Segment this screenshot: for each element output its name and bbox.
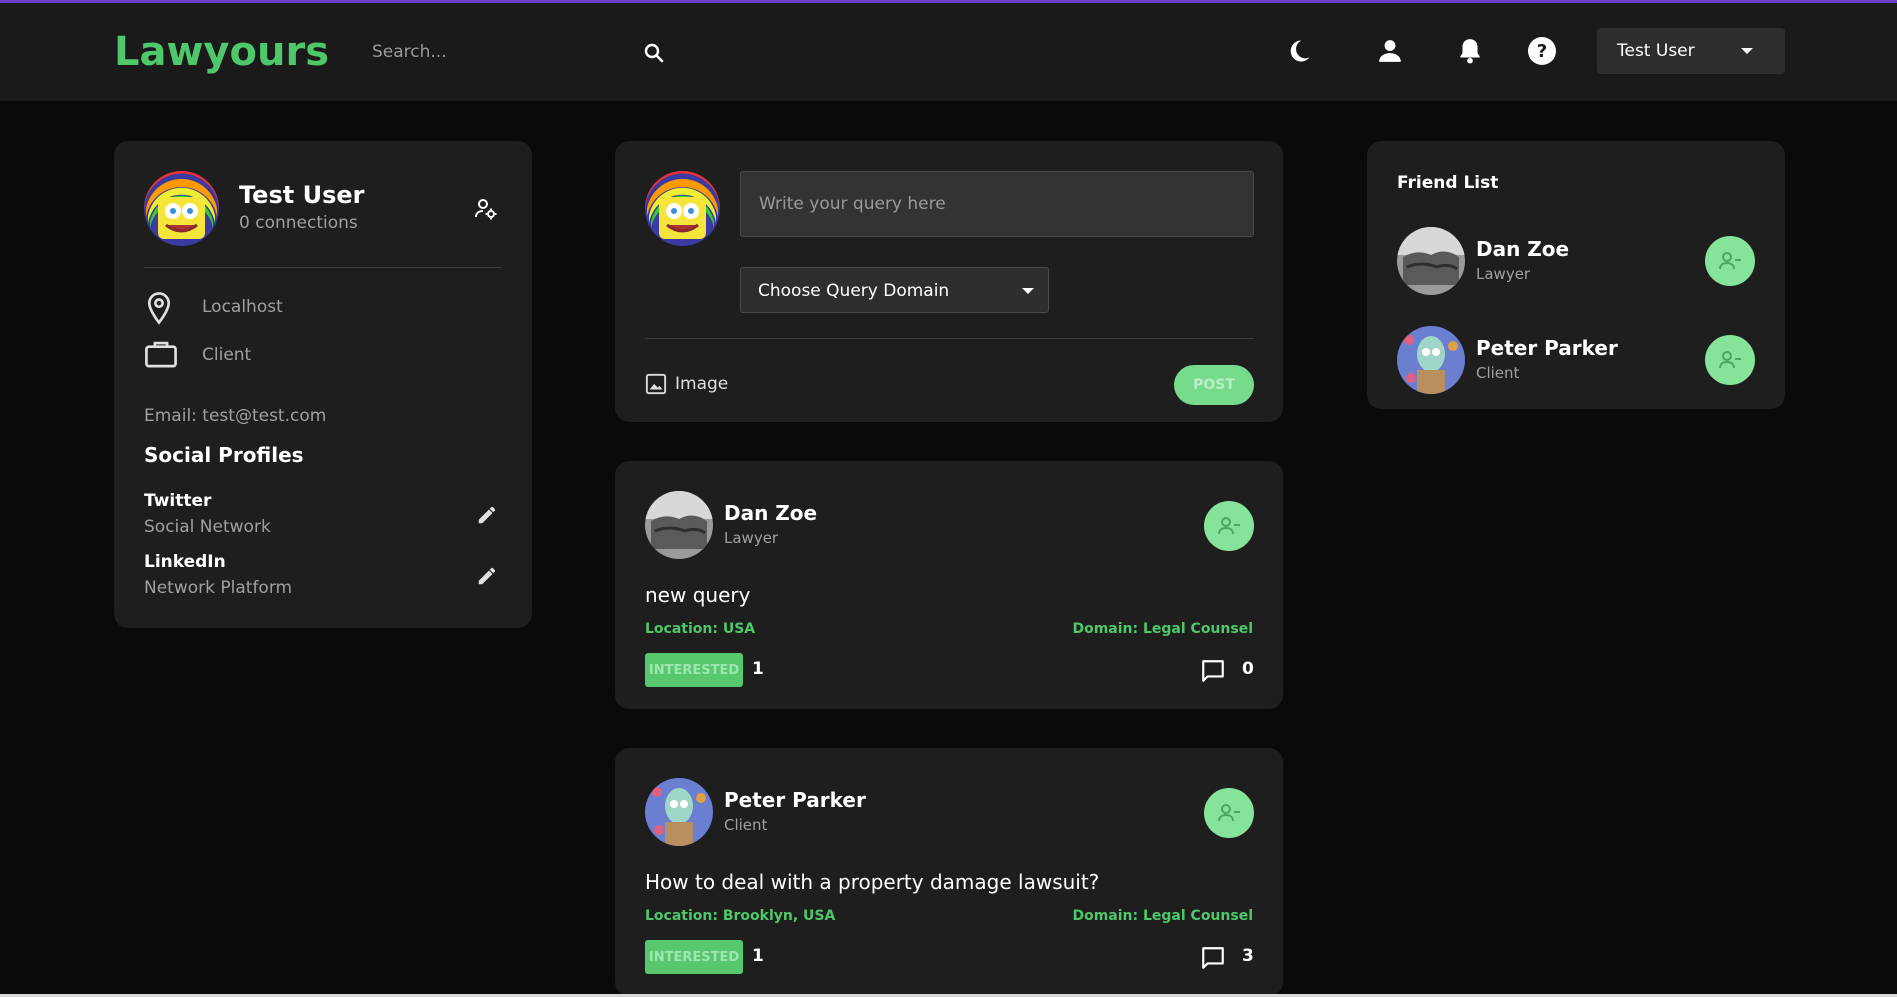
post-text: How to deal with a property damage lawsu… — [645, 870, 1100, 894]
avatar[interactable] — [645, 778, 713, 846]
location-text: Localhost — [202, 297, 283, 317]
manage-account-icon[interactable] — [474, 197, 498, 225]
avatar[interactable] — [1397, 326, 1465, 394]
help-icon[interactable]: ? — [1527, 36, 1557, 66]
social-twitter-desc: Social Network — [144, 517, 271, 537]
friend-name[interactable]: Peter Parker — [1476, 336, 1618, 360]
comment-count: 0 — [1242, 659, 1254, 679]
social-linkedin-name: LinkedIn — [144, 552, 226, 572]
occupation-text: Client — [202, 345, 252, 365]
search-icon[interactable] — [642, 41, 666, 69]
location-row: Localhost — [144, 291, 283, 330]
profile-connections: 0 connections — [239, 213, 358, 233]
image-label: Image — [675, 374, 729, 394]
profile-card: Test User 0 connections Localhost Client… — [114, 141, 532, 628]
post-domain: Domain: Legal Counsel — [1072, 908, 1253, 924]
avatar[interactable] — [144, 171, 219, 246]
social-linkedin-desc: Network Platform — [144, 578, 293, 598]
add-friend-button[interactable] — [1204, 788, 1254, 838]
divider — [645, 338, 1254, 339]
interested-button[interactable]: INTERESTED — [645, 940, 743, 974]
post-author-role: Client — [724, 816, 768, 834]
edit-twitter-icon[interactable] — [476, 504, 498, 530]
friend-list-title: Friend List — [1397, 173, 1499, 193]
location-pin-icon — [147, 292, 171, 325]
friend-name[interactable]: Dan Zoe — [1476, 237, 1569, 261]
post-text: new query — [645, 583, 751, 607]
query-domain-select[interactable]: Choose Query Domain — [740, 267, 1049, 313]
query-input-placeholder: Write your query here — [759, 194, 946, 214]
interested-count: 1 — [752, 659, 764, 679]
edit-linkedin-icon[interactable] — [476, 565, 498, 591]
post-domain: Domain: Legal Counsel — [1072, 621, 1253, 637]
attach-image-button[interactable]: Image — [645, 373, 728, 397]
occupation-row: Client — [144, 339, 251, 374]
social-profiles-heading: Social Profiles — [144, 443, 304, 467]
friend-role: Lawyer — [1476, 265, 1531, 283]
image-icon — [645, 373, 667, 395]
post-author-role: Lawyer — [724, 529, 779, 547]
profile-name[interactable]: Test User — [239, 181, 364, 209]
add-friend-button[interactable] — [1204, 501, 1254, 551]
comment-icon[interactable] — [1200, 658, 1226, 688]
social-twitter-name: Twitter — [144, 491, 212, 511]
bell-icon[interactable] — [1455, 36, 1485, 66]
friend-list-card: Friend List Dan Zoe Lawyer Peter Parker … — [1367, 141, 1785, 409]
avatar[interactable] — [645, 491, 713, 559]
friend-role: Client — [1476, 364, 1520, 382]
post-location: Location: USA — [645, 621, 756, 637]
comment-count: 3 — [1242, 946, 1254, 966]
post-card: Dan Zoe Lawyer new query Location: USA D… — [615, 461, 1283, 709]
query-domain-label: Choose Query Domain — [758, 281, 950, 301]
divider — [144, 267, 501, 268]
chevron-down-icon — [1741, 48, 1753, 54]
compose-query-card: Write your query here Choose Query Domai… — [615, 141, 1283, 422]
profile-email: Email: test@test.com — [144, 406, 327, 426]
remove-friend-button[interactable] — [1705, 335, 1755, 385]
person-remove-icon — [1218, 804, 1240, 822]
query-input[interactable]: Write your query here — [740, 171, 1254, 237]
avatar[interactable] — [645, 171, 720, 246]
search-bar[interactable]: Search... — [362, 33, 672, 73]
post-card: Peter Parker Client How to deal with a p… — [615, 748, 1283, 996]
brand-logo[interactable]: Lawyours — [114, 29, 329, 75]
briefcase-icon — [145, 341, 177, 368]
post-author[interactable]: Dan Zoe — [724, 501, 817, 525]
dark-mode-moon-icon[interactable] — [1284, 36, 1314, 66]
user-menu-dropdown[interactable]: Test User — [1597, 28, 1785, 74]
post-author[interactable]: Peter Parker — [724, 788, 866, 812]
avatar[interactable] — [1397, 227, 1465, 295]
person-remove-icon — [1719, 252, 1741, 270]
interested-button[interactable]: INTERESTED — [645, 653, 743, 687]
interested-count: 1 — [752, 946, 764, 966]
comment-icon[interactable] — [1200, 945, 1226, 975]
post-button[interactable]: POST — [1174, 365, 1254, 405]
search-input[interactable]: Search... — [372, 42, 447, 62]
post-location: Location: Brooklyn, USA — [645, 908, 836, 924]
svg-text:?: ? — [1537, 41, 1547, 62]
remove-friend-button[interactable] — [1705, 236, 1755, 286]
user-menu-label: Test User — [1617, 41, 1695, 61]
person-remove-icon — [1719, 351, 1741, 369]
navbar: Lawyours Search... ? Test User — [0, 3, 1897, 101]
person-icon[interactable] — [1375, 36, 1405, 66]
person-remove-icon — [1218, 517, 1240, 535]
chevron-down-icon — [1022, 288, 1034, 294]
